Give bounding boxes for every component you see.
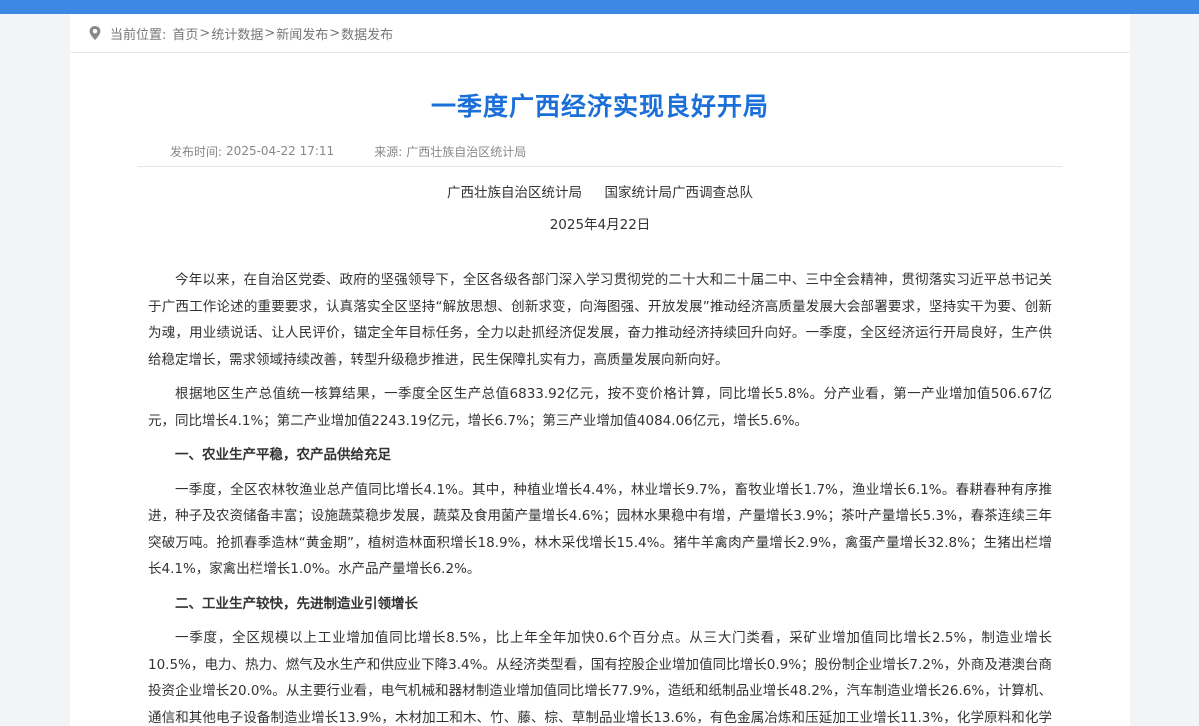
section-heading: 一、农业生产平稳，农产品供给充足 [175,447,391,463]
section-heading: 二、工业生产较快，先进制造业引领增长 [175,595,418,612]
paragraph: 一季度，全区农林牧渔业总产值同比增长4.1%。其中，种植业增长4.4%，林业增长… [148,481,1052,578]
article-meta: 发布时间: 2025-04-22 17:11 来源: 广西壮族自治区统计局 [138,136,1062,167]
paragraph: 根据地区生产总值统一核算结果，一季度全区生产总值6833.92亿元，按不变价格计… [148,386,1052,429]
breadcrumb: 当前位置: 首页 > 统计数据 > 新闻发布 > 数据发布 [70,14,1130,53]
breadcrumb-prefix: 当前位置: [110,27,167,43]
article-body: 今年以来，在自治区党委、政府的坚强领导下，全区各级各部门深入学习贯彻党的二十大和… [148,267,1052,726]
issuer-2: 国家统计局广西调查总队 [604,185,754,201]
breadcrumb-item-data-release[interactable]: 数据发布 [341,24,393,43]
publish-time: 2025-04-22 17:11 [226,144,335,158]
breadcrumb-separator: > [329,25,341,41]
breadcrumb-item-news[interactable]: 新闻发布 [276,24,328,43]
publish-time-label: 发布时间: [170,144,223,159]
paragraph: 一季度，全区规模以上工业增加值同比增长8.5%，比上年全年加快0.6个百分点。从… [148,630,1052,726]
paragraph: 今年以来，在自治区党委、政府的坚强领导下，全区各级各部门深入学习贯彻党的二十大和… [148,272,1052,368]
source-name: 广西壮族自治区统计局 [406,144,527,159]
issuer-1: 广西壮族自治区统计局 [446,185,582,201]
breadcrumb-separator: > [199,25,211,41]
article-title: 一季度广西经济实现良好开局 [430,92,769,121]
source-label: 来源: [374,144,403,159]
breadcrumb-item-statistics[interactable]: 统计数据 [211,24,263,43]
top-accent-bar [0,0,1199,14]
article-page: 当前位置: 首页 > 统计数据 > 新闻发布 > 数据发布 一季度广西经济实现良… [70,14,1130,726]
article-date: 2025年4月22日 [549,217,651,233]
location-pin-icon [89,26,101,40]
breadcrumb-item-home[interactable]: 首页 [172,24,198,43]
breadcrumb-separator: > [264,25,276,41]
article-issuers: 广西壮族自治区统计局 国家统计局广西调查总队 [70,181,1130,201]
